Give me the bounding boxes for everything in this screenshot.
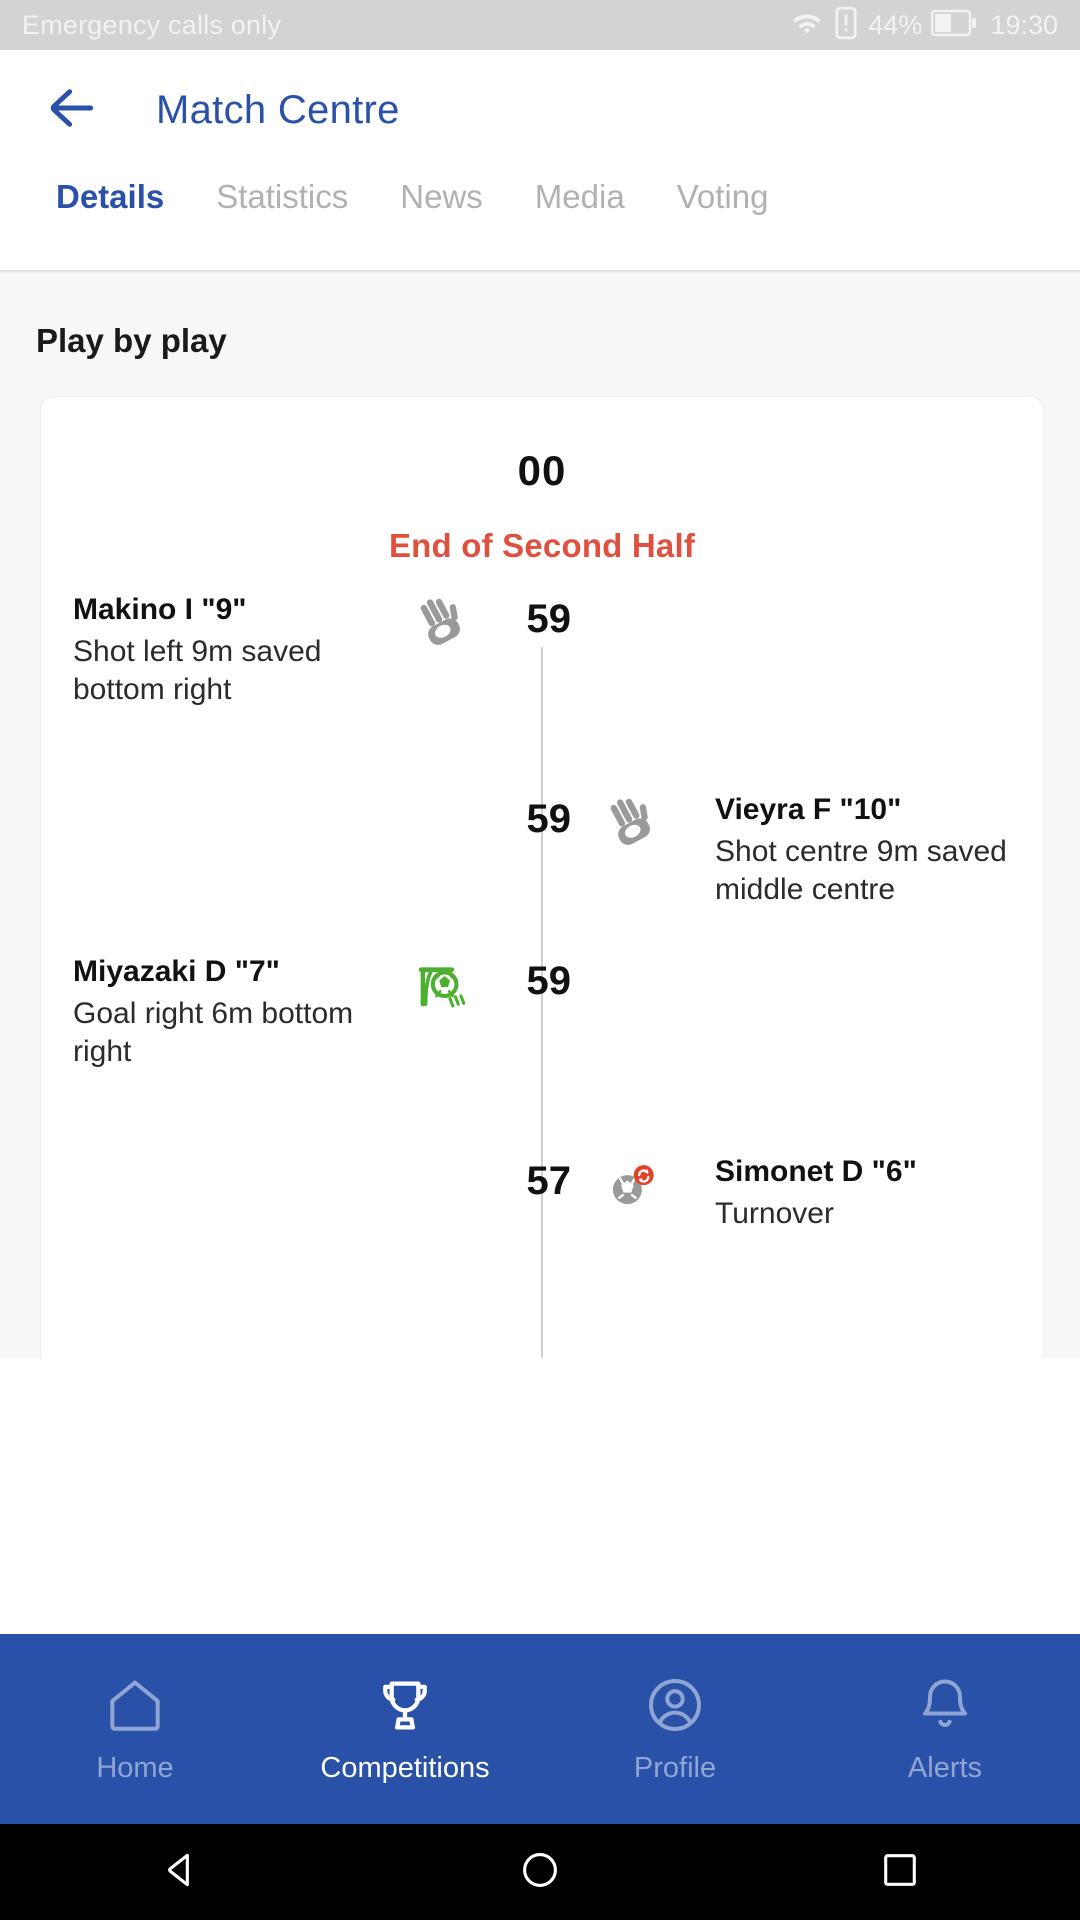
timeline-event[interactable]: Makino I "9" Shot left 9m saved bottom r…: [41, 591, 1043, 717]
timeline-event[interactable]: 59 Vieyra F "10" Shot centre 9m saved mi…: [41, 791, 1043, 917]
section-title: Play by play: [36, 322, 227, 359]
turnover-icon: [602, 1157, 660, 1215]
bell-icon: [913, 1673, 977, 1742]
sim-card-icon: [833, 6, 859, 45]
timeline-clock: 00: [517, 447, 567, 494]
event-minute: 59: [526, 959, 572, 1003]
tab-news[interactable]: News: [374, 170, 509, 224]
bottom-navigation: Home Competitions Profile Alerts: [0, 1634, 1080, 1824]
nav-item-alerts[interactable]: Alerts: [810, 1673, 1080, 1785]
save-glove-icon: [412, 595, 470, 653]
event-minute: 59: [526, 597, 572, 641]
event-description: Shot left 9m saved bottom right: [73, 634, 322, 706]
event-minute: 57: [526, 1159, 572, 1203]
tab-voting[interactable]: Voting: [651, 170, 795, 224]
nav-item-profile[interactable]: Profile: [540, 1673, 810, 1785]
timeline-connector: [541, 917, 543, 953]
timeline-event[interactable]: Watanabe J "20" Goal left 9m bottom cent…: [41, 1353, 1043, 1358]
event-player: Makino I "9": [73, 593, 247, 626]
trophy-icon: [373, 1673, 437, 1742]
status-bar: Emergency calls only 44% 19:30: [0, 0, 1080, 50]
android-recents-button[interactable]: [840, 1848, 960, 1897]
goal-icon: [412, 957, 470, 1015]
goal-icon: [412, 1357, 470, 1358]
timeline-connector: [541, 717, 543, 791]
event-minute: 59: [526, 797, 572, 841]
arrow-left-icon: [44, 80, 100, 141]
timeline-banner: End of Second Half: [388, 527, 696, 564]
event-player: Vieyra F "10": [715, 793, 902, 826]
back-triangle-icon: [158, 1848, 202, 1897]
app-bar: Match Centre: [0, 50, 1080, 170]
page-title: Match Centre: [156, 87, 400, 132]
timeline-connector: [541, 1279, 543, 1353]
nav-item-home[interactable]: Home: [0, 1673, 270, 1785]
event-player: Watanabe J "20": [73, 1353, 381, 1358]
event-description: Turnover: [715, 1196, 834, 1230]
battery-percent-label: 44%: [868, 9, 923, 40]
play-by-play-card: 00 End of Second Half Makino I "9" Shot …: [40, 396, 1044, 1358]
nav-item-competitions[interactable]: Competitions: [270, 1673, 540, 1785]
tab-bar: Details Statistics News Media Voting: [0, 170, 1080, 270]
android-navigation-bar: [0, 1824, 1080, 1920]
event-player: Simonet D "6": [715, 1155, 917, 1188]
recents-square-icon: [878, 1848, 922, 1897]
timeline-connector: [541, 1079, 543, 1153]
nav-label: Profile: [633, 1752, 717, 1784]
android-home-button[interactable]: [480, 1848, 600, 1897]
event-player: Miyazaki D "7": [73, 955, 280, 988]
main-content: Play by play 00 End of Second Half Makin…: [0, 274, 1080, 1358]
event-minute: 57: [501, 1353, 571, 1358]
event-description: Shot centre 9m saved middle centre: [715, 834, 1007, 906]
timeline-event[interactable]: 57 Simonet D "6" Turnover: [41, 1153, 1043, 1279]
nav-label: Home: [96, 1752, 174, 1784]
wifi-icon: [790, 6, 824, 45]
battery-icon: [931, 9, 977, 42]
clock-label: 19:30: [990, 9, 1058, 40]
timeline-event[interactable]: Miyazaki D "7" Goal right 6m bottom righ…: [41, 953, 1043, 1079]
tab-details[interactable]: Details: [30, 170, 190, 224]
person-icon: [643, 1673, 707, 1742]
home-circle-icon: [518, 1848, 562, 1897]
carrier-label: Emergency calls only: [22, 9, 282, 40]
event-description: Goal right 6m bottom right: [73, 996, 354, 1068]
back-button[interactable]: [40, 78, 104, 142]
save-glove-icon: [602, 795, 660, 853]
tab-media[interactable]: Media: [509, 170, 651, 224]
nav-label: Alerts: [907, 1752, 983, 1784]
nav-label: Competitions: [320, 1752, 490, 1784]
tab-statistics[interactable]: Statistics: [190, 170, 374, 224]
android-back-button[interactable]: [120, 1848, 240, 1897]
home-icon: [103, 1673, 167, 1742]
